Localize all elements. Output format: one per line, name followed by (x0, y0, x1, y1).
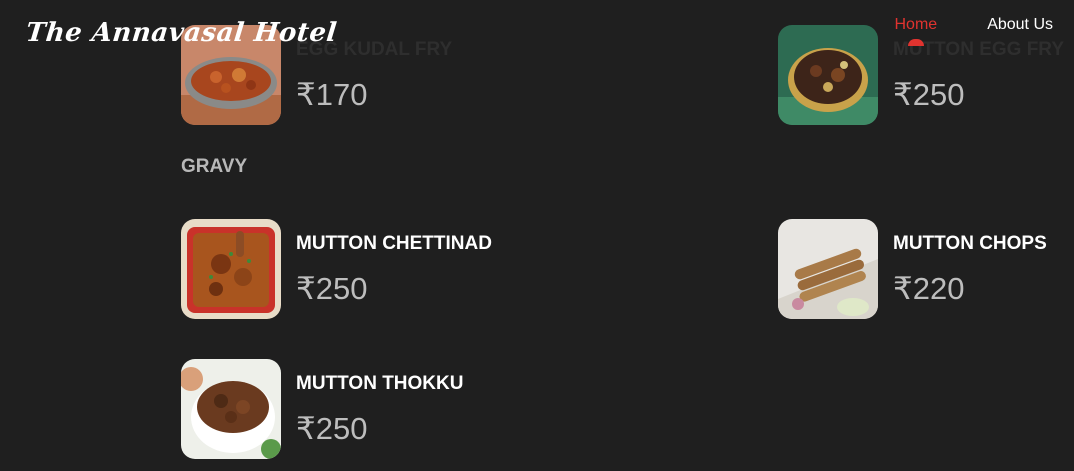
nav-about-us[interactable]: About Us (987, 16, 1053, 34)
site-header: The Annavasal Hotel Home About Us (0, 0, 1074, 70)
active-nav-indicator (907, 39, 924, 46)
mutton-chettinad-photo (181, 219, 281, 319)
mutton-thokku-photo (181, 359, 281, 459)
item-price: ₹220 (893, 271, 965, 306)
item-name: MUTTON THOKKU (296, 373, 464, 394)
menu-item-mutton-thokku[interactable]: MUTTON THOKKU ₹250 (181, 359, 661, 459)
nav-home-label: Home (894, 16, 938, 33)
mutton-chops-photo (778, 219, 878, 319)
item-price: ₹250 (296, 271, 368, 306)
item-price: ₹170 (296, 77, 368, 112)
item-name: MUTTON CHETTINAD (296, 233, 492, 254)
menu-page: The Annavasal Hotel Home About Us EGG KU… (0, 0, 1074, 471)
site-logo[interactable]: The Annavasal Hotel (24, 18, 338, 48)
item-name: MUTTON CHOPS (893, 233, 1047, 254)
item-price: ₹250 (296, 411, 368, 446)
section-heading-gravy: GRAVY (181, 156, 248, 177)
item-price: ₹250 (893, 77, 965, 112)
menu-item-mutton-chettinad[interactable]: MUTTON CHETTINAD ₹250 (181, 219, 661, 319)
nav-about-label: About Us (987, 16, 1053, 33)
menu-item-mutton-chops[interactable]: MUTTON CHOPS ₹220 (778, 219, 1074, 319)
nav-home[interactable]: Home (894, 16, 938, 46)
main-nav: Home About Us (894, 16, 1053, 46)
